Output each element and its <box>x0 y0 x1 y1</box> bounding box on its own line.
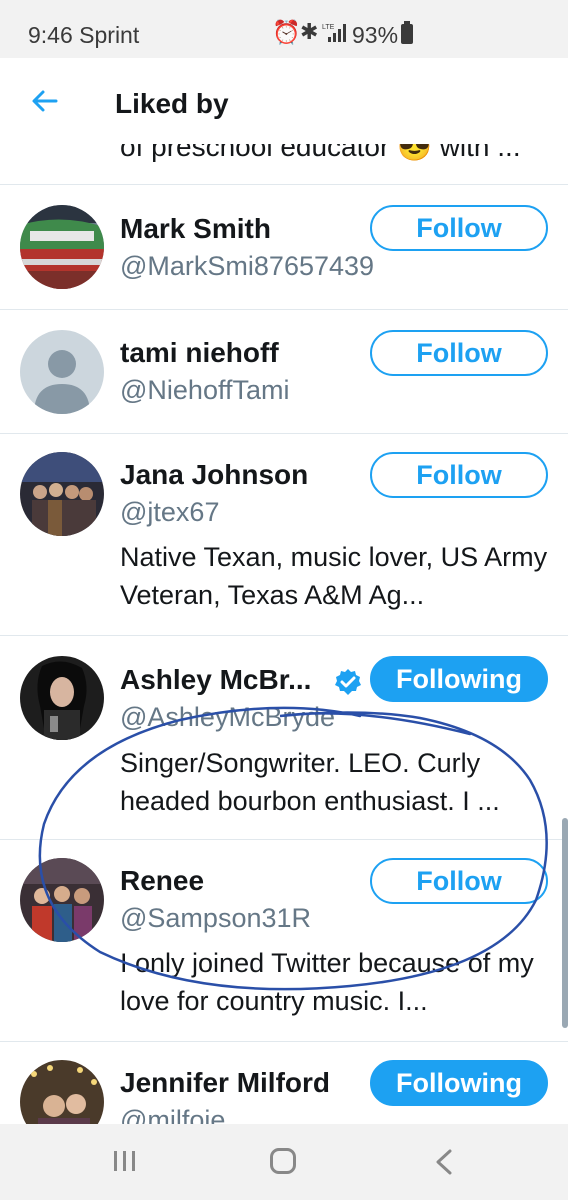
list-item[interactable]: Jana Johnson @jtex67 Follow Native Texan… <box>0 434 568 635</box>
user-name: Mark Smith <box>120 213 271 244</box>
page-title: Liked by <box>115 88 229 119</box>
user-handle: @Sampson31R <box>120 903 312 933</box>
battery-percent: 93% <box>352 22 399 48</box>
list-item[interactable]: Ashley McBr... @AshleyMcBryde Following … <box>0 636 568 839</box>
back-icon[interactable] <box>432 1148 456 1176</box>
avatar[interactable] <box>20 656 104 740</box>
user-handle: @AshleyMcBryde <box>120 702 335 732</box>
user-bio: Singer/Songwriter. LEO. Curly headed bou… <box>120 748 500 816</box>
top-app-bar: Liked by <box>0 58 568 144</box>
avatar[interactable] <box>20 1060 104 1124</box>
user-name: Jana Johnson <box>120 459 309 490</box>
svg-text:LTE: LTE <box>322 24 335 31</box>
status-bar: 9:46 Sprint ⏰ ✱ LTE 93% <box>0 0 568 58</box>
status-time: 9:46 Sprint <box>28 22 140 48</box>
alarm-icon: ⏰ <box>272 19 301 45</box>
user-handle: @jtex67 <box>120 497 220 527</box>
user-bio: Native Texan, music lover, US Army Veter… <box>120 542 548 610</box>
user-name: Renee <box>120 865 205 896</box>
user-handle: @MarkSmi87657439 <box>120 251 375 281</box>
home-icon[interactable] <box>270 1148 296 1174</box>
arrow-left-icon[interactable] <box>30 86 60 116</box>
default-avatar-icon[interactable] <box>20 330 104 414</box>
list-item[interactable]: Mark Smith @MarkSmi87657439 Follow <box>0 185 568 309</box>
list-item[interactable]: tami niehoff @NiehoffTami Follow <box>0 310 568 433</box>
avatar[interactable] <box>20 205 104 289</box>
system-nav-bar <box>0 1124 568 1200</box>
follow-button[interactable]: Follow <box>370 858 548 904</box>
avatar[interactable] <box>20 858 104 942</box>
user-name: Ashley McBr... <box>120 664 312 695</box>
recents-icon[interactable] <box>112 1150 138 1172</box>
user-handle: @milfoie <box>120 1105 226 1124</box>
list-item[interactable]: Jennifer Milford @milfoie Following <box>0 1042 568 1124</box>
bluetooth-icon: ✱ <box>300 19 319 44</box>
following-button[interactable]: Following <box>370 1060 548 1106</box>
liked-by-list: of preschool educator 😎 with ... Mark Sm… <box>0 144 568 1124</box>
follow-button[interactable]: Follow <box>370 452 548 498</box>
user-handle: @NiehoffTami <box>120 375 290 405</box>
user-name: Jennifer Milford <box>120 1067 331 1098</box>
scrollbar-thumb[interactable] <box>562 818 568 1028</box>
follow-button[interactable]: Follow <box>370 205 548 251</box>
battery-icon <box>401 21 413 44</box>
avatar[interactable] <box>20 452 104 536</box>
list-item[interactable]: Renee @Sampson31R Follow I only joined T… <box>0 840 568 1041</box>
lte-signal-icon: LTE <box>322 24 346 42</box>
following-button[interactable]: Following <box>370 656 548 702</box>
verified-badge-icon <box>335 669 361 695</box>
user-name: tami niehoff <box>120 337 279 368</box>
follow-button[interactable]: Follow <box>370 330 548 376</box>
partial-bio-text: of preschool educator 😎 with ... <box>120 144 521 162</box>
user-bio: I only joined Twitter because of my love… <box>120 948 534 1016</box>
